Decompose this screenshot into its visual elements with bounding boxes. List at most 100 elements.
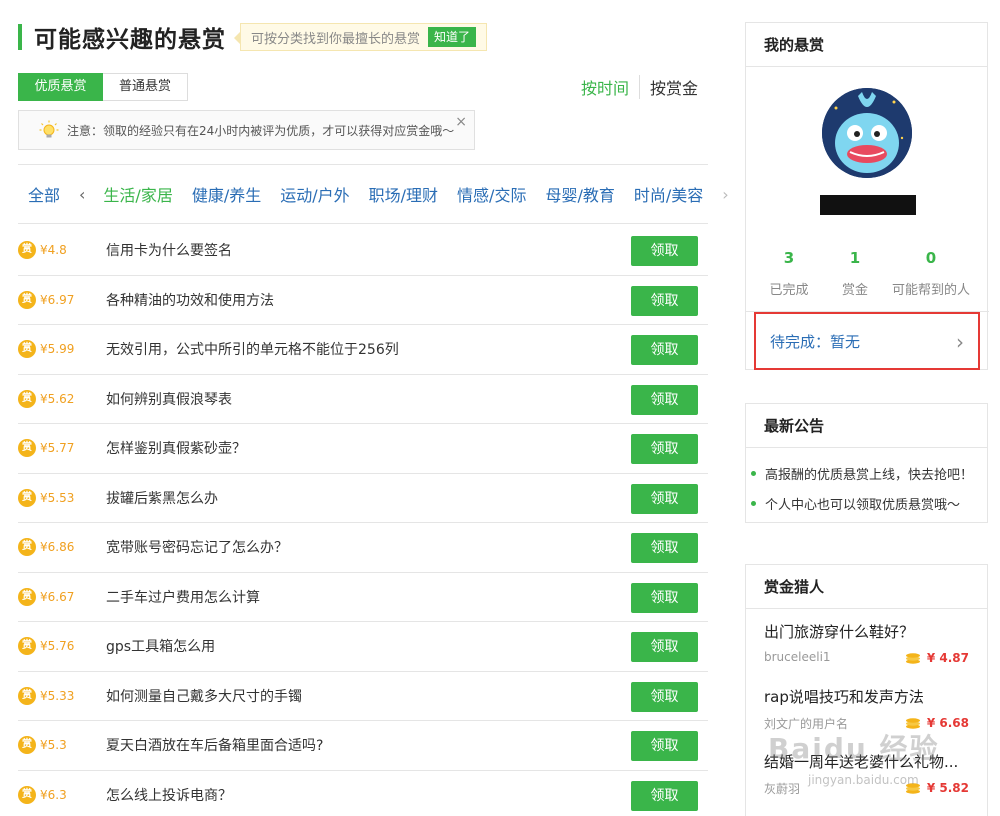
- announcement-text: 个人中心也可以领取优质悬赏哦～: [765, 497, 961, 513]
- coin-icon: 赏: [18, 637, 36, 656]
- sort-options: 按时间 按赏金: [581, 72, 698, 102]
- divider: [18, 223, 708, 224]
- announcement-panel: 最新公告 高报酬的优质悬赏上线，快去抢吧！ 个人中心也可以领取优质悬赏哦～: [745, 403, 988, 523]
- stat-completed: 3 已完成: [746, 249, 832, 298]
- avatar[interactable]: [822, 88, 912, 178]
- claim-button[interactable]: 领取: [631, 780, 698, 811]
- hunter-title: 赏金猎人: [746, 565, 987, 609]
- notice-text: 注意：领取的经验只有在24小时内被评为优质，才可以获得对应赏金哦～: [67, 123, 455, 138]
- bounty-question[interactable]: gps工具箱怎么用: [106, 636, 215, 656]
- sort-by-time[interactable]: 按时间: [581, 75, 640, 99]
- claim-button[interactable]: 领取: [631, 731, 698, 761]
- my-bounty-title: 我的悬赏: [746, 23, 987, 67]
- category-all[interactable]: 全部: [28, 182, 60, 206]
- bounty-question[interactable]: 拔罐后紫黑怎么办: [106, 488, 218, 508]
- coin-icon: 赏: [18, 340, 36, 359]
- category-item[interactable]: 母婴/教育: [545, 182, 614, 206]
- claim-button[interactable]: 领取: [631, 285, 698, 316]
- claim-button[interactable]: 领取: [631, 236, 698, 266]
- bounty-question[interactable]: 宽带账号密码忘记了怎么办？: [106, 537, 288, 557]
- bounty-price: ¥5.99: [40, 342, 75, 357]
- announcement-item[interactable]: 高报酬的优质悬赏上线，快去抢吧！: [751, 458, 987, 488]
- bounty-question[interactable]: 如何测量自己戴多大尺寸的手镯: [106, 686, 302, 706]
- stat-label: 已完成: [769, 283, 809, 298]
- bounty-row: 赏 ¥5.77 怎样鉴别真假紫砂壶？ 领取: [18, 424, 708, 474]
- bounty-question[interactable]: 各种精油的功效和使用方法: [106, 290, 274, 310]
- hunter-item: rap说唱技巧和发声方法 刘文广的用户名 ¥ 6.68: [764, 674, 987, 739]
- hunter-list: 出门旅游穿什么鞋好？ bruceleeli1 ¥ 4.87 rap说唱技巧和发声…: [746, 609, 987, 804]
- category-item[interactable]: 运动/户外: [280, 182, 349, 206]
- stat-value: 3: [783, 249, 795, 267]
- close-icon[interactable]: ×: [455, 114, 467, 130]
- bounty-question[interactable]: 怎么线上投诉电商？: [106, 785, 232, 805]
- pending-text: 待完成：暂无: [770, 332, 861, 351]
- category-item[interactable]: 健康/养生: [192, 182, 261, 206]
- claim-button[interactable]: 领取: [631, 335, 698, 365]
- bounty-question[interactable]: 夏天白酒放在车后备箱里面合适吗?: [106, 735, 323, 755]
- category-item[interactable]: 生活/家居: [103, 182, 172, 206]
- bullet-icon: [751, 500, 756, 506]
- title-accent-bar: [18, 24, 22, 50]
- stat-bounty: 1 赏金: [832, 249, 878, 298]
- chevron-right-icon: ›: [956, 330, 964, 354]
- coin-stack-icon: [905, 783, 920, 794]
- bounty-price: ¥5.77: [40, 441, 75, 456]
- bounty-row: 赏 ¥6.67 二手车过户费用怎么计算 领取: [18, 573, 708, 622]
- bounty-row: 赏 ¥5.33 如何测量自己戴多大尺寸的手镯 领取: [18, 672, 708, 721]
- bounty-price: ¥5.62: [40, 391, 75, 406]
- claim-button[interactable]: 领取: [631, 434, 698, 464]
- stat-value: 0: [925, 249, 937, 267]
- stat-label: 可能帮到的人: [891, 283, 970, 298]
- bounty-question[interactable]: 信用卡为什么要签名: [106, 240, 232, 260]
- username-redacted: [820, 195, 916, 215]
- bounty-price: ¥5.33: [40, 688, 75, 703]
- stat-label: 赏金: [841, 283, 868, 298]
- category-item[interactable]: 职场/理财: [369, 182, 438, 206]
- coin-stack-icon: [905, 653, 920, 664]
- hunter-question[interactable]: rap说唱技巧和发声方法: [764, 686, 974, 707]
- claim-button[interactable]: 领取: [631, 384, 698, 415]
- category-item[interactable]: 时尚/美容: [634, 182, 703, 206]
- coin-icon: 赏: [18, 488, 36, 507]
- sort-by-money[interactable]: 按赏金: [640, 75, 698, 99]
- claim-button[interactable]: 领取: [631, 582, 698, 613]
- tip-text: 可按分类找到你最擅长的悬赏: [251, 31, 421, 47]
- bounty-question[interactable]: 如何辨别真假浪琴表: [106, 389, 232, 409]
- claim-button[interactable]: 领取: [631, 632, 698, 662]
- tip-dismiss-button[interactable]: 知道了: [428, 27, 477, 47]
- hunter-question[interactable]: 结婚一周年送老婆什么礼物...: [764, 751, 974, 772]
- chevron-left-icon[interactable]: ‹: [79, 185, 85, 204]
- bounty-row: 赏 ¥6.3 怎么线上投诉电商？ 领取: [18, 771, 708, 816]
- tab-normal-bounty[interactable]: 普通悬赏: [103, 73, 188, 101]
- claim-button[interactable]: 领取: [631, 533, 698, 563]
- page-title: 可能感兴趣的悬赏: [34, 27, 226, 53]
- coin-icon: 赏: [18, 241, 36, 260]
- announcement-title: 最新公告: [746, 404, 987, 448]
- bounty-question[interactable]: 怎样鉴别真假紫砂壶？: [106, 438, 246, 458]
- announcement-item[interactable]: 个人中心也可以领取优质悬赏哦～: [751, 488, 987, 518]
- coin-icon: 赏: [18, 538, 36, 557]
- coin-icon: 赏: [18, 786, 36, 805]
- stats-row: 3 已完成 1 赏金 0 可能帮到的人: [746, 249, 989, 298]
- hunter-money: ¥ 5.82: [905, 781, 969, 795]
- pending-link[interactable]: 待完成：暂无 ›: [754, 312, 980, 370]
- coin-icon: 赏: [18, 736, 36, 755]
- bounty-price: ¥5.3: [40, 738, 67, 753]
- category-item[interactable]: 情感/交际: [457, 182, 526, 206]
- coin-icon: 赏: [18, 290, 36, 309]
- avatar-image: [822, 88, 912, 178]
- hunter-question[interactable]: 出门旅游穿什么鞋好？: [764, 621, 974, 642]
- claim-button[interactable]: 领取: [631, 483, 698, 514]
- hunter-money-value: ¥ 4.87: [926, 651, 969, 665]
- bounty-question[interactable]: 二手车过户费用怎么计算: [106, 587, 260, 607]
- coin-icon: 赏: [18, 587, 36, 606]
- bounty-question[interactable]: 无效引用，公式中所引的单元格不能位于256列: [106, 339, 399, 359]
- lightbulb-icon: [39, 120, 59, 138]
- chevron-right-icon[interactable]: ›: [722, 185, 728, 204]
- tab-quality-bounty[interactable]: 优质悬赏: [18, 73, 103, 101]
- claim-button[interactable]: 领取: [631, 681, 698, 712]
- hunter-money: ¥ 6.68: [905, 716, 969, 730]
- bounty-price: ¥6.86: [40, 540, 75, 555]
- divider: [18, 164, 708, 165]
- hunter-money: ¥ 4.87: [905, 651, 969, 665]
